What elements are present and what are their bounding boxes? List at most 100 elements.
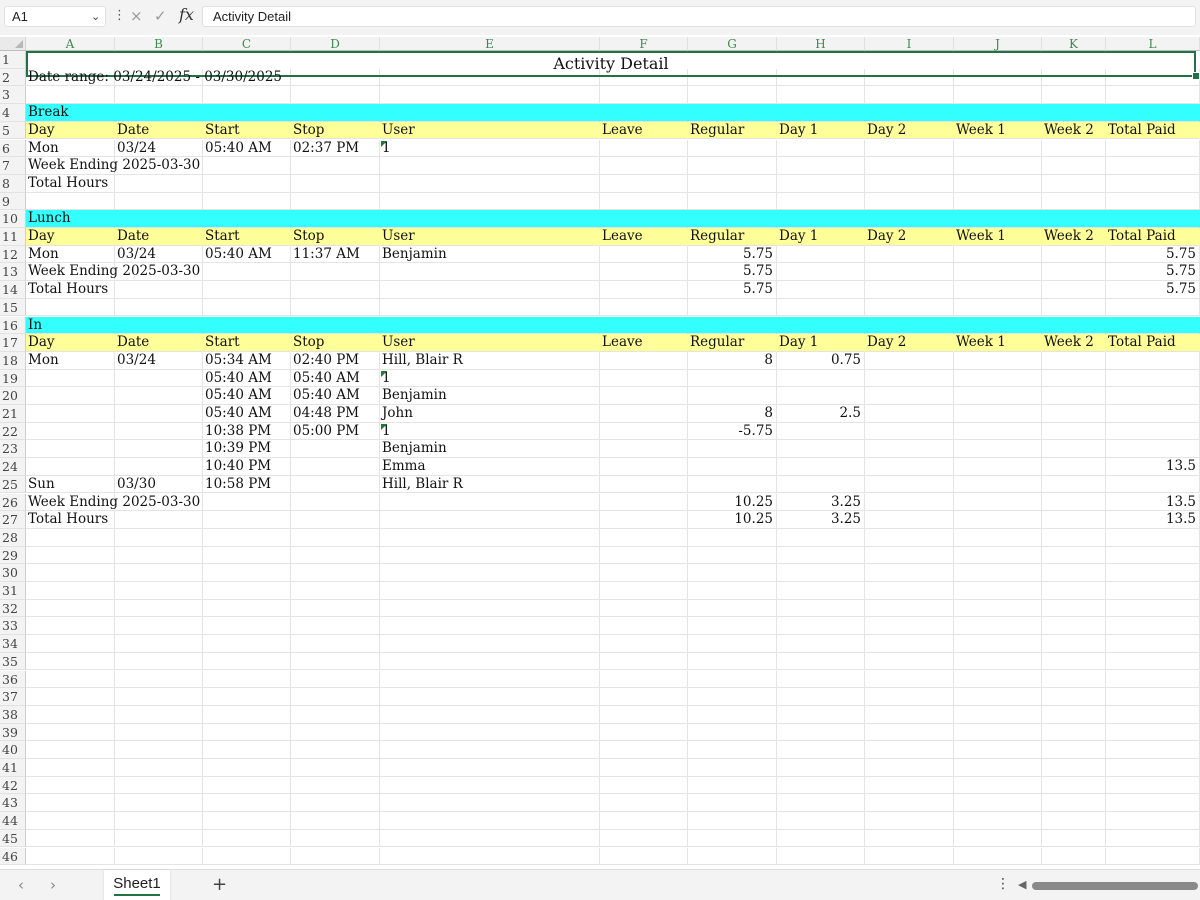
grid-cell[interactable] [865,351,954,370]
grid-cell[interactable] [688,829,777,848]
grid-cell[interactable] [203,705,291,724]
grid-cell[interactable] [26,847,115,866]
row-header[interactable]: 33 [0,617,26,636]
grid-cell[interactable] [1042,652,1106,671]
grid-cell[interactable] [600,528,688,547]
grid-cell[interactable] [380,174,600,193]
grid-cell[interactable] [1106,174,1200,193]
grid-cell[interactable] [865,263,954,282]
grid-cell[interactable] [115,210,203,228]
grid-cell[interactable] [954,174,1042,193]
grid-cell[interactable] [291,192,380,211]
grid-cell[interactable] [203,582,291,600]
error-indicator-icon[interactable] [381,140,387,147]
grid-cell[interactable] [777,157,865,175]
grid-cell[interactable] [600,582,688,600]
row-header[interactable]: 21 [0,405,26,423]
grid-cell[interactable] [291,776,380,795]
row-header[interactable]: 45 [0,829,26,848]
prev-sheet-icon[interactable]: ‹ [18,876,24,894]
grid-cell[interactable] [688,635,777,653]
grid-cell[interactable] [688,157,777,175]
grid-cell[interactable] [865,635,954,653]
grid-cell[interactable] [380,210,600,228]
grid-cell[interactable] [115,652,203,671]
grid-cell[interactable] [954,794,1042,813]
grid-cell[interactable] [865,812,954,830]
grid-cell[interactable] [203,104,291,122]
grid-cell[interactable] [954,245,1042,264]
grid-cell[interactable] [291,86,380,105]
grid-cell[interactable] [600,847,688,866]
grid-cell[interactable] [600,617,688,636]
grid-cell[interactable] [26,192,115,211]
grid-cell[interactable] [600,705,688,724]
row-header[interactable]: 31 [0,582,26,600]
grid-cell[interactable] [115,192,203,211]
scroll-left-icon[interactable]: ◀ [1018,878,1026,891]
grid-cell[interactable] [380,86,600,105]
grid-cell[interactable] [380,281,600,299]
grid-cell[interactable] [954,582,1042,600]
grid-cell[interactable] [954,705,1042,724]
row-header[interactable]: 9 [0,192,26,211]
grid-cell[interactable] [291,528,380,547]
row-header[interactable]: 23 [0,440,26,459]
grid-cell[interactable] [203,652,291,671]
grid-cell[interactable] [291,475,380,494]
grid-cell[interactable] [954,741,1042,759]
grid-cell[interactable] [1106,794,1200,813]
grid-cell[interactable] [954,351,1042,370]
row-header[interactable]: 42 [0,776,26,795]
grid-cell[interactable] [291,458,380,476]
grid-cell[interactable] [865,759,954,777]
grid-cell[interactable] [291,829,380,848]
grid-cell[interactable] [115,86,203,105]
grid-cell[interactable] [203,812,291,830]
grid-cell[interactable] [1106,723,1200,742]
error-indicator-icon[interactable] [381,370,387,377]
grid-cell[interactable] [777,635,865,653]
grid-cell[interactable] [291,723,380,742]
row-header[interactable]: 37 [0,688,26,706]
grid-cell[interactable] [688,104,777,122]
grid-cell[interactable] [600,794,688,813]
horizontal-scrollbar[interactable] [1032,882,1198,890]
column-header-f[interactable]: F [600,37,688,51]
grid-cell[interactable] [865,546,954,565]
grid-cell[interactable] [115,688,203,706]
grid-cell[interactable] [380,776,600,795]
row-header[interactable]: 3 [0,86,26,105]
grid-cell[interactable] [380,298,600,317]
grid-cell[interactable] [688,440,777,459]
grid-cell[interactable] [26,298,115,317]
grid-cell[interactable] [777,281,865,299]
grid-cell[interactable] [1042,582,1106,600]
grid-cell[interactable] [26,405,115,423]
grid-cell[interactable] [688,670,777,689]
grid-cell[interactable] [600,316,688,335]
grid-cell[interactable] [291,670,380,689]
row-header[interactable]: 13 [0,263,26,282]
grid-cell[interactable] [865,723,954,742]
grid-cell[interactable] [26,564,115,582]
grid-cell[interactable] [1106,351,1200,370]
grid-cell[interactable] [115,546,203,565]
grid-cell[interactable] [291,582,380,600]
grid-cell[interactable] [865,511,954,529]
column-header-a[interactable]: A [26,37,115,51]
row-header[interactable]: 25 [0,475,26,494]
grid-cell[interactable] [1106,599,1200,618]
grid-cell[interactable] [600,174,688,193]
grid-cell[interactable] [954,210,1042,228]
grid-cell[interactable] [380,316,600,335]
grid-cell[interactable] [777,723,865,742]
sheet-tab-sheet1[interactable]: Sheet1 [104,870,170,900]
grid-cell[interactable] [1106,387,1200,405]
row-header[interactable]: 32 [0,599,26,618]
grid-cell[interactable] [688,688,777,706]
grid-cell[interactable] [380,670,600,689]
grid-cell[interactable] [203,298,291,317]
grid-cell[interactable] [203,741,291,759]
grid-cell[interactable] [26,617,115,636]
